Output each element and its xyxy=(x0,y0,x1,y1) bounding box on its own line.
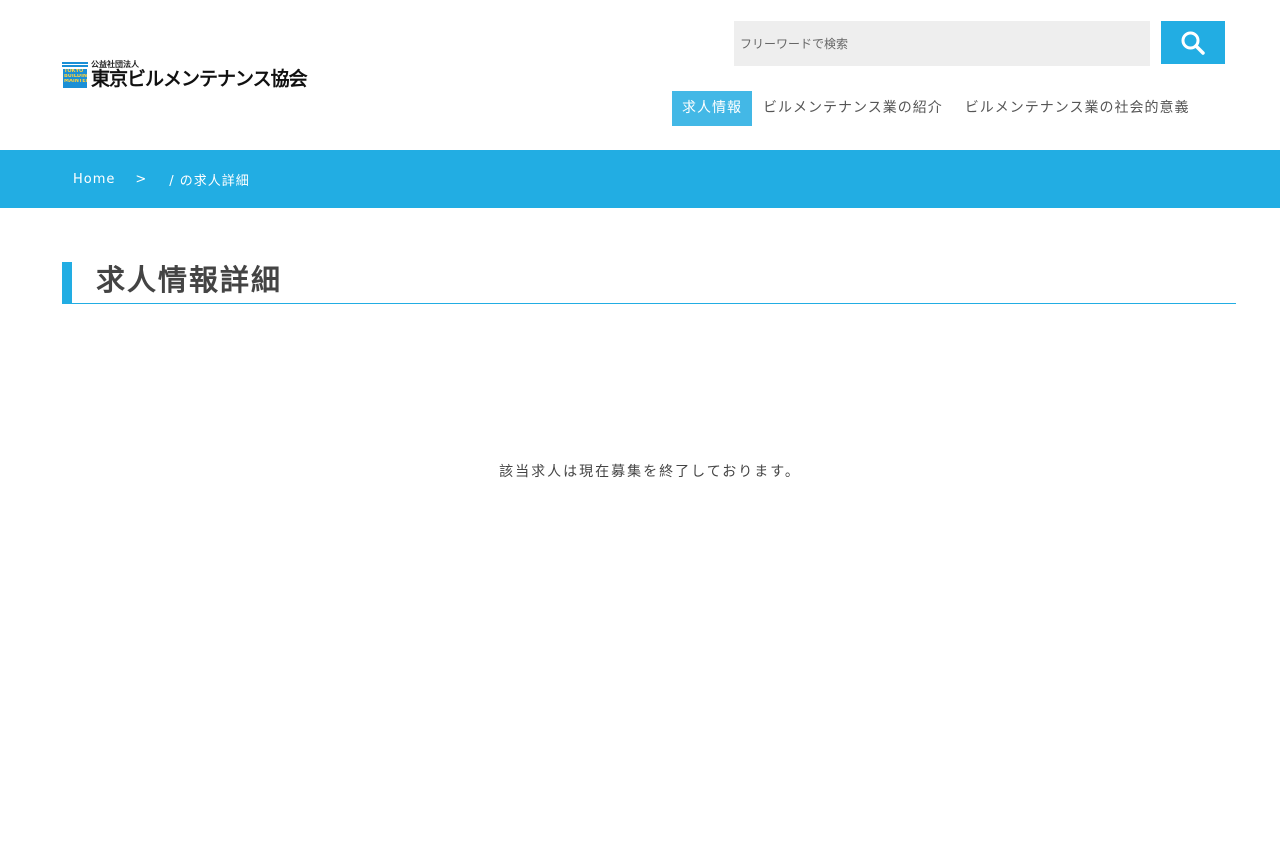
search-icon xyxy=(1181,31,1205,55)
breadcrumb: Home > / の求人詳細 xyxy=(73,150,250,208)
site-header: TOKYO BUILDING MAINTENANCE 公益社団法人 東京ビルメン… xyxy=(0,0,1280,150)
job-closed-notice: 該当求人は現在募集を終了しております。 xyxy=(499,464,801,480)
breadcrumb-current: / の求人詳細 xyxy=(169,173,250,189)
logo-name: 東京ビルメンテナンス協会 xyxy=(91,68,308,90)
breadcrumb-bar: Home > / の求人詳細 xyxy=(0,150,1280,208)
title-accent-bar xyxy=(62,262,72,303)
search-button[interactable] xyxy=(1161,21,1225,64)
breadcrumb-separator: > xyxy=(135,171,148,187)
global-nav: 求人情報 ビルメンテナンス業の紹介 ビルメンテナンス業の社会的意義 xyxy=(672,91,1200,126)
search-input[interactable] xyxy=(734,21,1150,66)
search-form xyxy=(734,21,1225,66)
nav-item-social-significance[interactable]: ビルメンテナンス業の社会的意義 xyxy=(954,91,1201,126)
page-title: 求人情報詳細 xyxy=(96,263,283,297)
site-logo[interactable]: TOKYO BUILDING MAINTENANCE 公益社団法人 東京ビルメン… xyxy=(62,58,308,90)
nav-item-industry-intro[interactable]: ビルメンテナンス業の紹介 xyxy=(752,91,954,126)
nav-item-job-info[interactable]: 求人情報 xyxy=(672,91,752,126)
association-logo-mark: TOKYO BUILDING MAINTENANCE xyxy=(62,62,88,90)
page-title-section: 求人情報詳細 xyxy=(62,262,1236,304)
breadcrumb-home-link[interactable]: Home xyxy=(73,172,115,187)
